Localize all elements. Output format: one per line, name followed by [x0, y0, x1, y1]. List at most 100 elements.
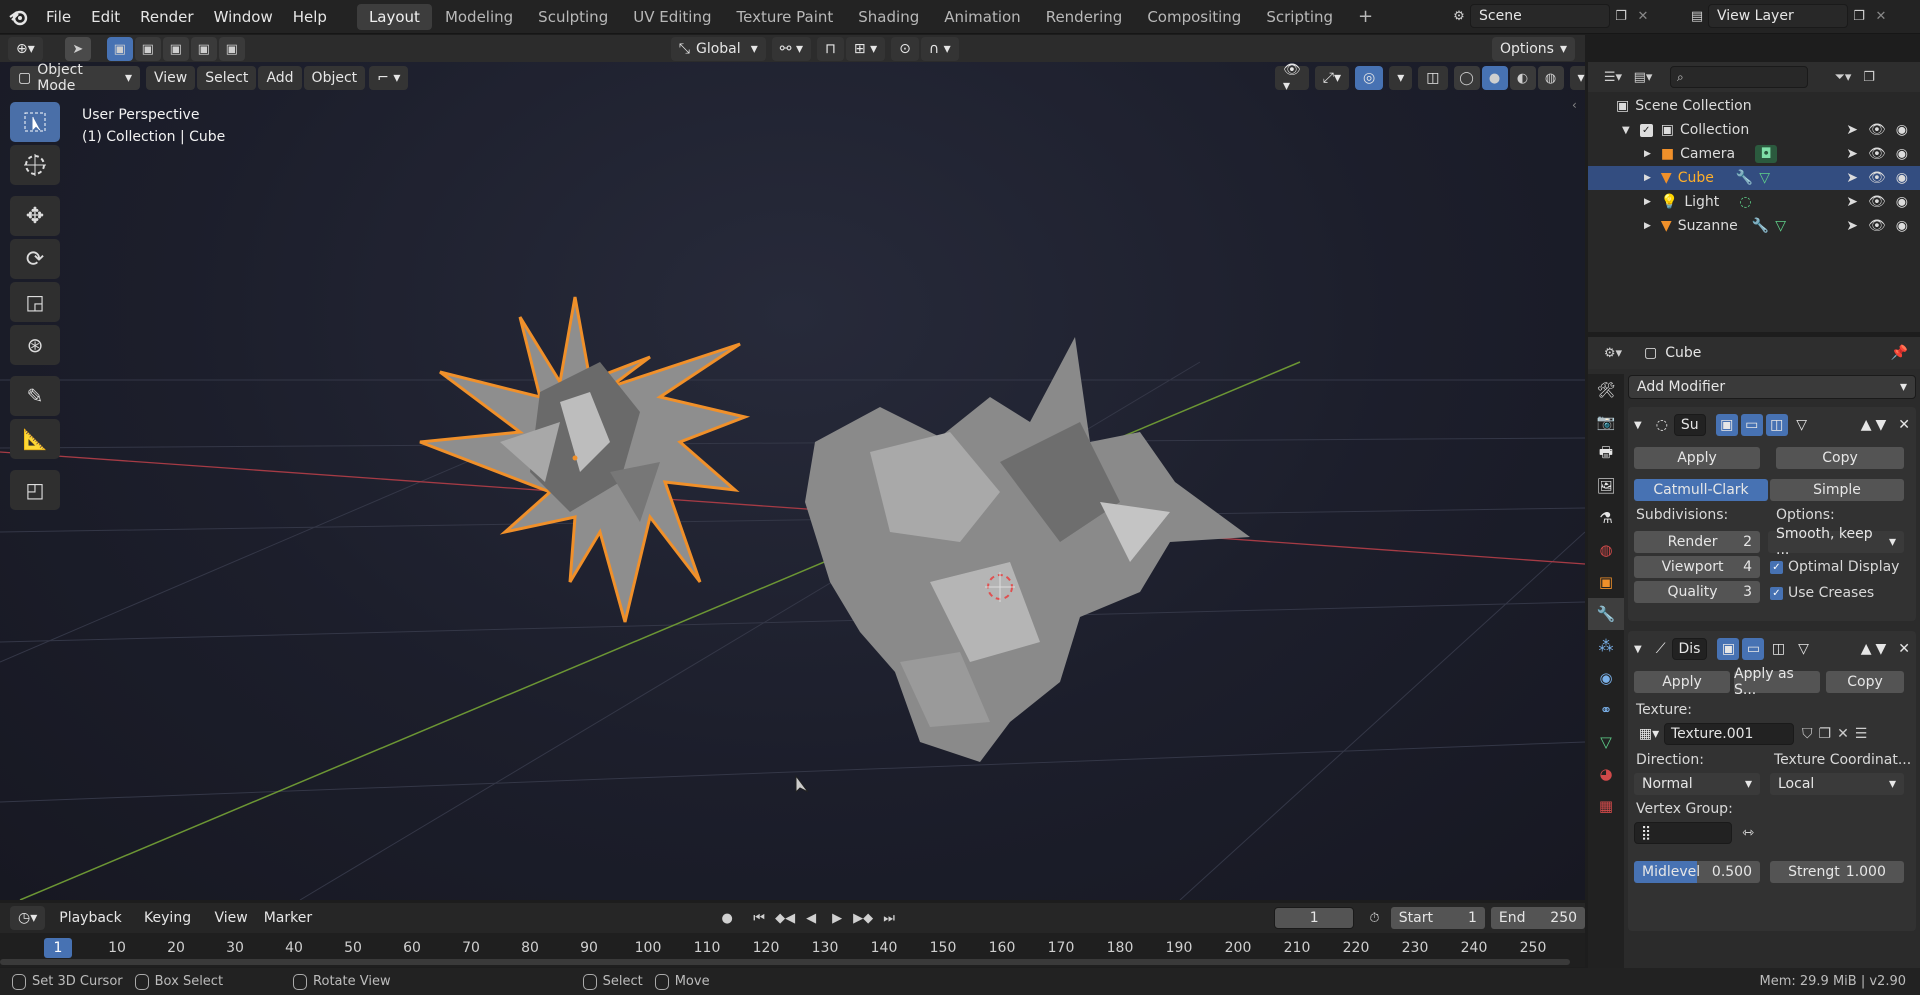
checker-texture-icon[interactable]: ▦▾ [1634, 723, 1664, 745]
move-down-icon[interactable]: ▼ [1875, 417, 1886, 433]
expand-arrow-icon[interactable]: ▶ [1644, 149, 1651, 159]
modifier-wrench-icon[interactable]: 🔧 [1736, 170, 1753, 186]
render-camera-icon[interactable]: ◉ [1896, 218, 1908, 234]
options-dropdown[interactable]: Options ▾ [1491, 37, 1575, 61]
outliner-editor-icon[interactable]: ☰▾ [1598, 67, 1628, 87]
select-box-tool-icon[interactable] [10, 102, 60, 142]
viewport-display-icon[interactable]: ▭ [1740, 414, 1763, 436]
3d-viewport[interactable]: ▢ Object Mode ▾ View Select Add Object ⌐… [0, 62, 1585, 900]
output-tab-icon[interactable]: 🖶 [1588, 438, 1624, 470]
solid-shading-icon[interactable]: ● [1481, 66, 1508, 90]
render-display-icon[interactable]: ◫ [1767, 638, 1789, 660]
mesh-data-tab-icon[interactable]: ▽ [1588, 726, 1624, 758]
pivot-point-dropdown[interactable]: ⚯ ▾ [771, 37, 811, 61]
physics-tab-icon[interactable]: ◉ [1588, 662, 1624, 694]
viewport-menu-add[interactable]: Add [258, 66, 302, 90]
selectable-icon[interactable]: ➤ [1846, 218, 1858, 234]
tab-texture-paint[interactable]: Texture Paint [724, 4, 845, 30]
outliner-item-suzanne[interactable]: ▶ ▼ Suzanne 🔧 ▽ ➤ 👁 ◉ [1588, 214, 1920, 238]
camera-data-icon[interactable]: ◘ [1755, 145, 1778, 163]
suzanne-object[interactable] [805, 337, 1250, 762]
delete-view-layer-icon[interactable]: ✕ [1870, 6, 1892, 26]
viewport-levels-field[interactable]: Viewport 4 [1634, 556, 1760, 578]
displace-apply-button[interactable]: Apply [1634, 671, 1730, 693]
selectable-icon[interactable]: ➤ [1846, 146, 1858, 162]
expand-arrow-icon[interactable]: ▼ [1622, 125, 1630, 136]
stopwatch-icon[interactable]: ⏱ [1364, 908, 1384, 928]
select-new-icon[interactable]: ▣ [106, 37, 133, 61]
fake-user-icon[interactable]: ⛉ [1802, 726, 1813, 742]
subsurf-apply-button[interactable]: Apply [1634, 447, 1760, 469]
delete-scene-icon[interactable]: ✕ [1632, 6, 1654, 26]
select-invert-icon[interactable]: ▣ [190, 37, 217, 61]
collapse-arrow-icon[interactable]: ▼ [1634, 644, 1642, 655]
particles-tab-icon[interactable]: ⁂ [1588, 630, 1624, 662]
tab-shading[interactable]: Shading [846, 4, 931, 30]
world-tab-icon[interactable]: ◍ [1588, 534, 1624, 566]
on-cage-icon[interactable]: ▽ [1791, 414, 1813, 436]
editor-type-icon[interactable]: ⊕▾ [8, 37, 43, 61]
collapse-arrow-icon[interactable]: ▼ [1634, 420, 1642, 431]
blender-logo-icon[interactable] [0, 0, 36, 34]
catmull-clark-button[interactable]: Catmull-Clark [1634, 479, 1768, 501]
outliner-item-cube[interactable]: ▶ ▼ Cube 🔧 ▽ ➤ 👁 ◉ [1588, 166, 1920, 190]
measure-tool-icon[interactable]: 📐 [10, 419, 60, 459]
use-creases-checkbox[interactable]: ✓ Use Creases [1770, 585, 1874, 601]
jump-end-icon[interactable]: ⏭ [878, 908, 900, 928]
move-tool-icon[interactable]: ✥ [10, 196, 60, 236]
subsurf-copy-button[interactable]: Copy [1776, 447, 1904, 469]
invert-vertex-group-icon[interactable]: ⇿ [1742, 825, 1754, 841]
transform-tool-icon[interactable]: ⊛ [10, 325, 60, 365]
tool-tab-icon[interactable]: 🛠 [1588, 374, 1624, 406]
expand-arrow-icon[interactable]: ▶ [1644, 173, 1651, 183]
eye-icon[interactable]: 👁 [1868, 218, 1886, 234]
outliner-scene-collection[interactable]: ▣ Scene Collection [1588, 94, 1920, 118]
render-display-icon[interactable]: ◫ [1765, 414, 1788, 436]
quality-field[interactable]: Quality 3 [1634, 581, 1760, 603]
scene-tab-icon[interactable]: ⚗ [1588, 502, 1624, 534]
modifier-wrench-icon[interactable]: 🔧 [1752, 218, 1769, 234]
render-camera-icon[interactable]: ◉ [1896, 194, 1908, 210]
overlays-toggle[interactable]: ◎ [1355, 66, 1384, 90]
proportional-edit-toggle[interactable]: ⊙ [891, 37, 919, 61]
eye-icon[interactable]: 👁 [1868, 122, 1886, 138]
tab-rendering[interactable]: Rendering [1034, 4, 1135, 30]
viewport-menu-view[interactable]: View [146, 66, 196, 90]
timeline-menu-view[interactable]: View [206, 906, 255, 930]
outliner-search-input[interactable]: ⌕ [1670, 66, 1808, 88]
editmode-cage-icon[interactable]: ▣ [1717, 638, 1740, 660]
vertex-group-field[interactable]: ⣿ [1634, 822, 1733, 844]
tab-layout[interactable]: Layout [356, 3, 432, 30]
rotate-tool-icon[interactable]: ⟳ [10, 239, 60, 279]
view-layer-field[interactable]: View Layer [1708, 4, 1848, 28]
properties-editor-icon[interactable]: ⚙▾ [1598, 343, 1628, 363]
select-intersect-icon[interactable]: ▣ [218, 37, 245, 61]
render-tab-icon[interactable]: 📷 [1588, 406, 1624, 438]
viewport-display-icon[interactable]: ▭ [1742, 638, 1765, 660]
menu-render[interactable]: Render [130, 0, 203, 34]
tab-modeling[interactable]: Modeling [433, 4, 525, 30]
frame-ruler[interactable]: 1 10 20 30 40 50 60 70 80 90 100 110 120 130 140 150 160… [0, 933, 1585, 967]
timeline-editor-icon[interactable]: ◷▾ [10, 906, 46, 930]
subsurf-name-field[interactable]: Su [1673, 414, 1706, 436]
end-frame-field[interactable]: End 250 [1490, 907, 1586, 929]
snap-target-dropdown[interactable]: ⊞ ▾ [845, 37, 886, 61]
cursor-tool-icon[interactable] [10, 145, 60, 185]
start-frame-field[interactable]: Start 1 [1390, 907, 1485, 929]
sidebar-toggle-icon[interactable]: ‹ [1572, 98, 1577, 112]
selectable-icon[interactable]: ➤ [1846, 194, 1858, 210]
simple-button[interactable]: Simple [1770, 479, 1904, 501]
move-up-icon[interactable]: ▲ [1861, 417, 1872, 433]
prev-keyframe-icon[interactable]: ◆◀ [774, 908, 796, 928]
eye-icon[interactable]: 👁 [1868, 146, 1886, 162]
expand-arrow-icon[interactable]: ▶ [1644, 197, 1651, 207]
displace-name-field[interactable]: Dis [1671, 638, 1708, 660]
new-view-layer-icon[interactable]: ❐ [1848, 6, 1870, 26]
new-scene-icon[interactable]: ❐ [1610, 6, 1632, 26]
editmode-cage-icon[interactable]: ▣ [1715, 414, 1738, 436]
material-tab-icon[interactable]: ◕ [1588, 758, 1624, 790]
optimal-display-checkbox[interactable]: ✓ Optimal Display [1770, 559, 1899, 575]
texture-coords-dropdown[interactable]: Local ▾ [1770, 773, 1904, 795]
timeline-menu-keying[interactable]: Keying ▾ [136, 906, 206, 950]
displace-copy-button[interactable]: Copy [1826, 671, 1904, 693]
